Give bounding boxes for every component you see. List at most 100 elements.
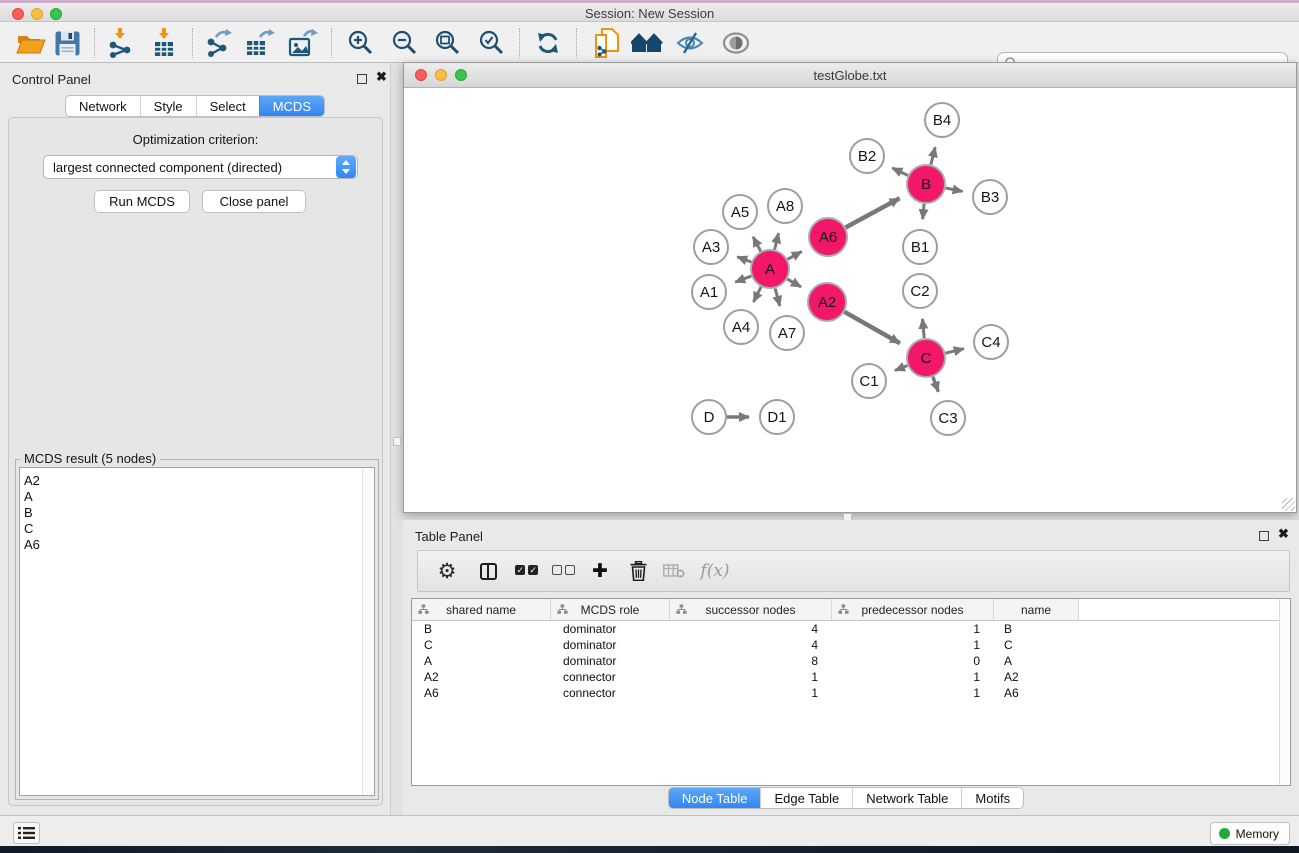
tab-select[interactable]: Select [196, 96, 259, 116]
graph-edge-C-C4[interactable] [945, 349, 963, 354]
toolbar-separator [519, 28, 520, 58]
graph-edge-B-B2[interactable] [892, 168, 908, 175]
table-scrollbar[interactable] [1279, 599, 1290, 785]
show-view-button[interactable] [718, 26, 754, 60]
column-header-successor-nodes[interactable]: successor nodes [670, 599, 832, 620]
network-canvas[interactable]: B4B2BB3A8A5A6A3B1AA1C2A2A4A7C4CC1C3DD1 [404, 88, 1296, 512]
tab-edge-table[interactable]: Edge Table [760, 788, 852, 808]
network-window-titlebar[interactable]: testGlobe.txt [404, 63, 1296, 88]
mcds-result-item[interactable]: C [20, 521, 374, 537]
graph-edge-A-A5[interactable] [753, 237, 761, 252]
table-cell: 4 [670, 622, 832, 636]
table-row[interactable]: Cdominator41C [412, 637, 1290, 653]
graph-edge-C-C3[interactable] [933, 377, 938, 392]
graph-edge-A-A2[interactable] [787, 279, 801, 287]
export-network-button[interactable] [200, 26, 236, 60]
close-panel-button[interactable]: Close panel [202, 190, 306, 213]
optimization-criterion-label: Optimization criterion: [9, 132, 382, 147]
graph-edge-A2-C[interactable] [844, 312, 899, 343]
zoom-fit-button[interactable] [430, 26, 466, 60]
refresh-icon [535, 30, 561, 56]
save-session-button[interactable] [49, 26, 85, 60]
table-cell: 8 [670, 654, 832, 668]
table-cell: A2 [412, 670, 551, 684]
mcds-result-items: A2ABCA6 [20, 468, 374, 553]
graph-edge-A-A7[interactable] [775, 288, 780, 306]
export-table-button[interactable] [242, 26, 278, 60]
zoom-selected-button[interactable] [474, 26, 510, 60]
new-network-from-file-button[interactable] [589, 26, 625, 60]
column-header-MCDS-role[interactable]: MCDS role [551, 599, 670, 620]
graph-edge-A-A3[interactable] [737, 257, 751, 262]
tab-node-table[interactable]: Node Table [669, 788, 761, 808]
table-cell: B [994, 622, 1079, 636]
import-network-button[interactable] [102, 26, 138, 60]
delete-table-icon [663, 563, 685, 579]
graph-edge-B-B1[interactable] [923, 204, 924, 219]
column-header-name[interactable]: name [994, 599, 1079, 620]
close-table-panel-icon[interactable]: ✖ [1278, 526, 1289, 542]
mcds-result-item[interactable]: A [20, 489, 374, 505]
tab-motifs[interactable]: Motifs [961, 788, 1023, 808]
open-folder-icon [16, 31, 46, 55]
graph-node-label-C1: C1 [859, 373, 878, 390]
zoom-out-button[interactable] [387, 26, 423, 60]
resize-grip-icon[interactable] [1282, 498, 1295, 511]
tab-style[interactable]: Style [140, 96, 196, 116]
mcds-result-item[interactable]: B [20, 505, 374, 521]
float-table-panel-icon[interactable] [1259, 531, 1269, 541]
graph-edge-C-C1[interactable] [895, 365, 907, 370]
table-row[interactable]: A2connector11A2 [412, 669, 1290, 685]
tab-network-table[interactable]: Network Table [852, 788, 961, 808]
graph-edge-A6-B[interactable] [846, 198, 900, 227]
delete-column-button[interactable] [621, 554, 655, 588]
table-row[interactable]: Adominator80A [412, 653, 1290, 669]
zoom-in-button[interactable] [343, 26, 379, 60]
table-cell: C [994, 638, 1079, 652]
table-cell: 1 [670, 686, 832, 700]
add-column-button[interactable]: ✚ [583, 554, 617, 588]
table-row[interactable]: Bdominator41B [412, 621, 1290, 637]
task-history-button[interactable] [13, 822, 40, 844]
workspace: Control Panel ✖ NetworkStyleSelectMCDS O… [0, 63, 1299, 815]
run-mcds-button[interactable]: Run MCDS [94, 190, 190, 213]
tab-network[interactable]: Network [66, 96, 140, 116]
float-panel-icon[interactable] [357, 74, 367, 84]
optimization-criterion-select[interactable]: largest connected component (directed) [43, 155, 358, 179]
split-view-button[interactable] [471, 554, 505, 588]
table-settings-button[interactable]: ⚙ [430, 554, 464, 588]
graph-node-label-C: C [921, 350, 932, 367]
graph-edge-C-C2[interactable] [922, 319, 924, 338]
table-row[interactable]: A6connector11A6 [412, 685, 1290, 701]
graph-edge-A-A1[interactable] [735, 276, 751, 282]
graph-edge-B-B4[interactable] [931, 147, 935, 164]
graph-node-label-D: D [704, 409, 715, 426]
mcds-result-item[interactable]: A6 [20, 537, 374, 553]
network-view-window: testGlobe.txt B4B2BB3A8A5A6A3B1AA1C2A2A4… [403, 62, 1297, 513]
refresh-button[interactable] [530, 26, 566, 60]
table-cell: 0 [832, 654, 994, 668]
cytoscape-window: Session: New Session [0, 0, 1299, 853]
mcds-result-item[interactable]: A2 [20, 473, 374, 489]
open-session-button[interactable] [13, 26, 49, 60]
export-image-button[interactable] [285, 26, 321, 60]
graph-edge-A-A4[interactable] [754, 287, 762, 302]
import-table-button[interactable] [146, 26, 182, 60]
column-header-shared-name[interactable]: shared name [412, 599, 551, 620]
column-header-predecessor-nodes[interactable]: predecessor nodes [832, 599, 994, 620]
hide-graphics-details-button[interactable] [672, 26, 708, 60]
graph-edge-A-A8[interactable] [775, 233, 779, 249]
close-panel-icon[interactable]: ✖ [376, 69, 387, 85]
tab-mcds[interactable]: MCDS [259, 96, 324, 116]
mcds-list-scrollbar[interactable] [362, 468, 374, 795]
graph-edge-A-A6[interactable] [788, 251, 802, 259]
table-cell: dominator [551, 654, 670, 668]
table-cell: dominator [551, 638, 670, 652]
graph-edge-B-B3[interactable] [946, 188, 963, 191]
graph-node-label-A3: A3 [702, 239, 720, 256]
memory-button[interactable]: Memory [1210, 822, 1290, 845]
deselect-all-columns-button[interactable] [546, 554, 580, 588]
home-button[interactable] [629, 26, 665, 60]
vertical-split-handle[interactable] [393, 437, 401, 446]
select-all-columns-button[interactable] [509, 554, 543, 588]
